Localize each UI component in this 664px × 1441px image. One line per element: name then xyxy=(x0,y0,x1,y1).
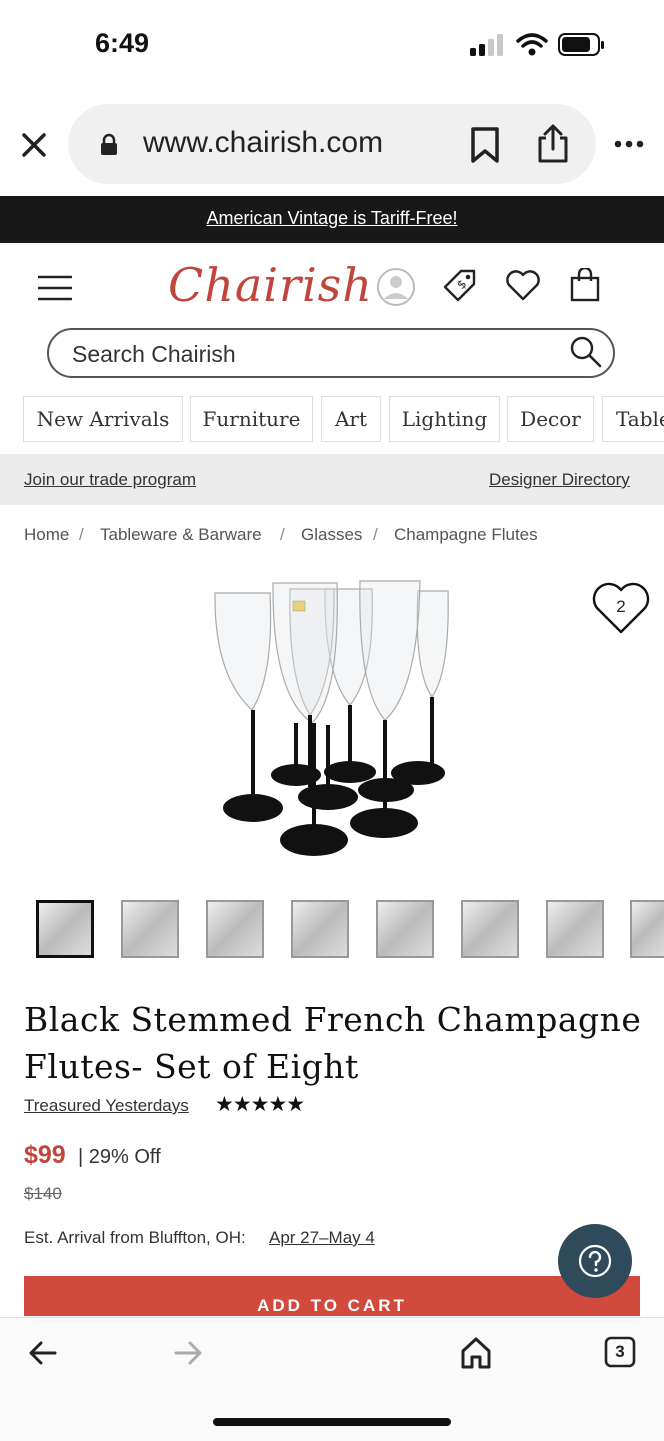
add-to-cart-button[interactable]: ADD TO CART xyxy=(24,1276,640,1316)
home-indicator xyxy=(213,1418,451,1426)
shopping-bag-icon[interactable] xyxy=(570,268,600,302)
discount-label: | 29% Off xyxy=(78,1146,161,1168)
forward-arrow-icon[interactable] xyxy=(174,1340,202,1366)
account-icon[interactable] xyxy=(376,267,416,307)
thumbnail-5[interactable] xyxy=(376,900,434,958)
breadcrumb-separator: / xyxy=(373,525,378,544)
share-icon[interactable] xyxy=(536,124,570,164)
designer-directory-link[interactable]: Designer Directory xyxy=(489,470,630,490)
rating-stars: ★★★★★ xyxy=(215,1093,305,1116)
product-title: Black Stemmed French Champagne Flutes- S… xyxy=(24,996,644,1090)
thumbnail-4[interactable] xyxy=(291,900,349,958)
thumbnail-6[interactable] xyxy=(461,900,519,958)
more-options-icon[interactable] xyxy=(614,138,644,150)
trade-program-link[interactable]: Join our trade program xyxy=(24,470,196,490)
original-price: $140 xyxy=(24,1184,62,1203)
close-tab-icon[interactable] xyxy=(20,131,48,159)
search-icon[interactable] xyxy=(569,335,603,369)
wifi-icon xyxy=(516,33,548,56)
product-title-line-1: Black Stemmed French Champagne xyxy=(24,1000,642,1039)
thumbnail-2[interactable] xyxy=(121,900,179,958)
url-text: www.chairish.com xyxy=(143,126,384,159)
search-placeholder: Search Chairish xyxy=(72,341,236,367)
favorite-count: 2 xyxy=(616,597,626,616)
breadcrumb-tableware[interactable]: Tableware & Barware xyxy=(100,525,262,545)
breadcrumb-separator: / xyxy=(280,525,285,544)
help-icon xyxy=(578,1244,612,1278)
price-tag-icon[interactable]: $ xyxy=(442,267,478,303)
arrival-label: Est. Arrival from Bluffton, OH: xyxy=(24,1228,246,1247)
arrival-dates-link[interactable]: Apr 27–May 4 xyxy=(269,1228,375,1248)
thumbnail-7[interactable] xyxy=(546,900,604,958)
cellular-signal-icon xyxy=(470,34,503,56)
breadcrumb-glasses[interactable]: Glasses xyxy=(301,525,362,545)
favorites-heart-icon[interactable] xyxy=(505,270,541,302)
category-table[interactable]: Table xyxy=(602,396,664,442)
sale-price: $99 xyxy=(24,1141,66,1169)
bookmark-icon[interactable] xyxy=(469,126,501,164)
category-lighting[interactable]: Lighting xyxy=(389,396,500,442)
site-logo[interactable]: Chairish xyxy=(168,258,373,312)
breadcrumb-home[interactable]: Home xyxy=(24,525,69,545)
category-art[interactable]: Art xyxy=(321,396,381,442)
promo-banner-link[interactable]: American Vintage is Tariff-Free! xyxy=(0,208,664,229)
battery-icon xyxy=(558,33,604,56)
category-new-arrivals[interactable]: New Arrivals xyxy=(23,396,183,442)
thumbnail-8[interactable] xyxy=(630,900,664,958)
breadcrumb-separator: / xyxy=(79,525,84,544)
thumbnail-3[interactable] xyxy=(206,900,264,958)
back-arrow-icon[interactable] xyxy=(29,1340,57,1366)
menu-icon[interactable] xyxy=(38,275,72,301)
category-decor[interactable]: Decor xyxy=(507,396,594,442)
thumbnail-1[interactable] xyxy=(36,900,94,958)
product-title-line-2: Flutes- Set of Eight xyxy=(24,1047,359,1086)
seller-link[interactable]: Treasured Yesterdays xyxy=(24,1096,189,1116)
home-icon[interactable] xyxy=(460,1336,492,1370)
tabs-count: 3 xyxy=(615,1342,625,1361)
lock-icon xyxy=(101,133,117,155)
status-time: 6:49 xyxy=(95,28,150,58)
product-main-image[interactable] xyxy=(200,575,462,865)
category-furniture[interactable]: Furniture xyxy=(190,396,313,442)
breadcrumb-champagne-flutes[interactable]: Champagne Flutes xyxy=(394,525,538,545)
